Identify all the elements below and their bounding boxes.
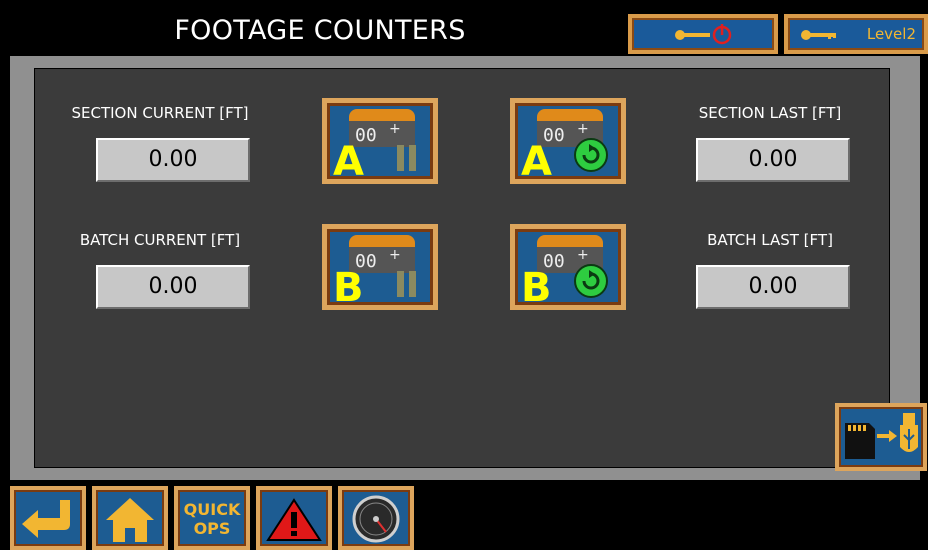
back-button[interactable] bbox=[10, 486, 86, 550]
batch-last-label: BATCH LAST [FT] bbox=[707, 231, 833, 249]
counter-b-pause-button[interactable]: 00 + B bbox=[322, 224, 438, 310]
page-title: FOOTAGE COUNTERS bbox=[174, 15, 466, 46]
pause-icon bbox=[397, 145, 416, 171]
counter-a-pause-button[interactable]: 00 + A bbox=[322, 98, 438, 184]
counter-b-reset-button[interactable]: 00 + B bbox=[510, 224, 626, 310]
svg-text:+: + bbox=[389, 247, 401, 263]
reset-icon bbox=[574, 264, 608, 298]
warning-icon bbox=[266, 498, 322, 541]
svg-text:+: + bbox=[389, 121, 401, 137]
footer-bar: QUICK OPS bbox=[0, 482, 928, 550]
counters-panel: SECTION CURRENT [FT] 0.00 SECTION LAST [… bbox=[34, 68, 927, 471]
counter-letter: A bbox=[333, 139, 364, 179]
key-power-icon bbox=[675, 24, 732, 45]
section-last-value: 0.00 bbox=[696, 138, 850, 182]
reset-icon bbox=[574, 138, 608, 172]
home-button[interactable] bbox=[92, 486, 168, 550]
svg-text:+: + bbox=[577, 121, 589, 137]
quick-ops-label-line2: OPS bbox=[193, 519, 231, 538]
counter-letter: B bbox=[521, 265, 552, 305]
sd-to-usb-icon bbox=[845, 413, 918, 459]
batch-current-value: 0.00 bbox=[96, 265, 250, 309]
section-current-label: SECTION CURRENT [FT] bbox=[71, 104, 249, 122]
alarms-button[interactable] bbox=[256, 486, 332, 550]
sd-to-usb-button[interactable] bbox=[835, 403, 927, 471]
home-icon bbox=[106, 498, 154, 542]
user-level-button[interactable]: Level2 bbox=[784, 14, 928, 54]
key-icon bbox=[801, 30, 836, 40]
pause-icon bbox=[397, 271, 416, 297]
quick-ops-label-line1: QUICK bbox=[183, 500, 241, 519]
svg-text:+: + bbox=[577, 247, 589, 263]
counter-letter: B bbox=[333, 265, 364, 305]
back-arrow-icon bbox=[22, 500, 70, 538]
counter-a-reset-button[interactable]: 00 + A bbox=[510, 98, 626, 184]
user-level-label: Level2 bbox=[866, 25, 916, 43]
batch-current-label: BATCH CURRENT [FT] bbox=[79, 231, 241, 249]
header-bar: FOOTAGE COUNTERS Level2 bbox=[10, 6, 928, 56]
main-frame: SECTION CURRENT [FT] 0.00 SECTION LAST [… bbox=[10, 56, 927, 480]
gauge-icon bbox=[352, 495, 400, 543]
gauge-button[interactable] bbox=[338, 486, 414, 550]
counter-letter: A bbox=[521, 139, 552, 179]
section-last-label: SECTION LAST [FT] bbox=[698, 104, 842, 122]
logout-button[interactable] bbox=[628, 14, 778, 54]
section-current-value: 0.00 bbox=[96, 138, 250, 182]
quick-ops-button[interactable]: QUICK OPS bbox=[174, 486, 250, 550]
batch-last-value: 0.00 bbox=[696, 265, 850, 309]
